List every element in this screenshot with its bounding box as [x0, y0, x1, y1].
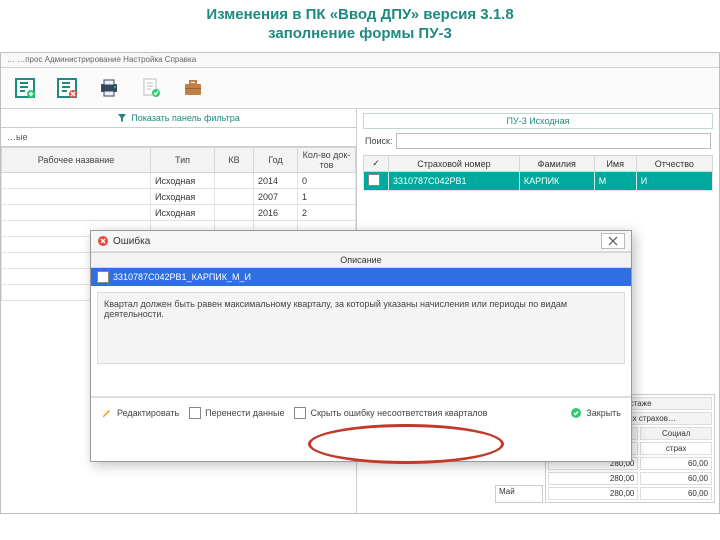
docs-table[interactable]: ✓ Страховой номер Фамилия Имя Отчество 3…	[363, 155, 713, 191]
search-input[interactable]	[396, 133, 711, 149]
row-checkbox[interactable]	[368, 174, 380, 186]
form-caption: ПУ-3 Исходная	[363, 113, 713, 129]
desc-header: Описание	[91, 252, 631, 268]
tab-bar[interactable]: …ые	[1, 128, 356, 147]
hide-error-checkbox[interactable]: Скрыть ошибку несоответствия кварталов	[294, 407, 487, 419]
month-cell: Май	[495, 485, 543, 503]
filter-icon	[117, 113, 127, 123]
delete-icon[interactable]	[53, 74, 81, 102]
slide-subtitle: заполнение формы ПУ-3	[0, 25, 720, 46]
error-message: Квартал должен быть равен максимальному …	[97, 292, 625, 364]
col-year: Год	[254, 148, 298, 173]
dialog-footer: Редактировать Перенести данные Скрыть ош…	[91, 397, 631, 428]
table-row[interactable]: Исходная20140	[2, 173, 356, 189]
search-bar: Поиск:	[357, 131, 719, 151]
col-check: ✓	[364, 156, 389, 172]
dialog-title: Ошибка	[113, 236, 150, 247]
edit-button[interactable]: Редактировать	[101, 407, 179, 419]
add-icon[interactable]	[11, 74, 39, 102]
menubar[interactable]: … …прос Администрирование Настройка Спра…	[1, 53, 719, 68]
col-otch: Отчество	[636, 156, 712, 172]
search-label: Поиск:	[365, 136, 392, 146]
print-icon[interactable]	[95, 74, 123, 102]
slide-title: Изменения в ПК «Ввод ДПУ» версия 3.1.8	[0, 0, 720, 25]
col-count: Кол-во док-тов	[298, 148, 356, 173]
error-icon	[97, 235, 109, 247]
error-item[interactable]: 3310787C042PB1_КАРПИК_М_И	[91, 268, 631, 286]
table-row[interactable]: Исходная20162	[2, 205, 356, 221]
move-button[interactable]: Перенести данные	[189, 407, 284, 419]
briefcase-icon[interactable]	[179, 74, 207, 102]
dialog-titlebar[interactable]: Ошибка	[91, 231, 631, 252]
col-kv: КВ	[215, 148, 254, 173]
close-button[interactable]: Закрыть	[570, 407, 621, 419]
col-snils: Страховой номер	[389, 156, 520, 172]
close-icon[interactable]	[601, 233, 625, 249]
col-name: Рабочее название	[2, 148, 151, 173]
col-type: Тип	[151, 148, 215, 173]
col-fam: Фамилия	[519, 156, 594, 172]
toolbar	[1, 68, 719, 109]
filter-toggle[interactable]: Показать панель фильтра	[1, 109, 356, 128]
item-checkbox[interactable]	[97, 271, 109, 283]
table-row[interactable]: 3310787C042PB1КАРПИКМИ	[364, 172, 713, 191]
filter-label: Показать панель фильтра	[131, 113, 240, 123]
col-name: Имя	[594, 156, 636, 172]
dialog-body: Квартал должен быть равен максимальному …	[91, 286, 631, 397]
table-row[interactable]: Исходная20071	[2, 189, 356, 205]
error-dialog: Ошибка Описание 3310787C042PB1_КАРПИК_М_…	[90, 230, 632, 462]
doc-ok-icon[interactable]	[137, 74, 165, 102]
error-item-label: 3310787C042PB1_КАРПИК_М_И	[113, 272, 251, 282]
